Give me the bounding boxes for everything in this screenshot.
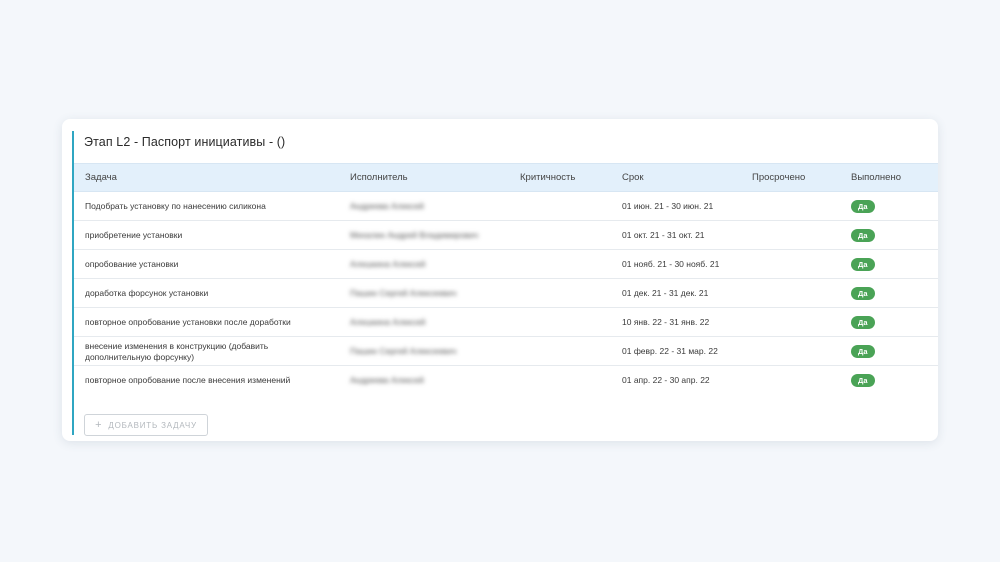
plus-icon: +: [95, 418, 103, 431]
executor-name: Андреева Алексей: [350, 375, 424, 385]
add-task-button[interactable]: + ДОБАВИТЬ ЗАДАЧУ: [84, 414, 208, 436]
status-badge: Да: [851, 374, 875, 388]
executor-name: Алешкина Алексей: [350, 317, 426, 327]
executor-name: Пашин Сергей Алексеевич: [350, 346, 457, 356]
initiative-card: Этап L2 - Паспорт инициативы - () Задача…: [62, 119, 938, 441]
table-row[interactable]: повторное опробование после внесения изм…: [74, 366, 938, 394]
done-cell: Да: [851, 308, 875, 336]
term-value: 01 февр. 22 - 31 мар. 22: [622, 346, 718, 356]
task-name: Подобрать установку по нанесению силикон…: [85, 201, 266, 211]
add-task-label: ДОБАВИТЬ ЗАДАЧУ: [108, 420, 197, 430]
table-row[interactable]: повторное опробование установки после до…: [74, 308, 938, 337]
status-badge: Да: [851, 287, 875, 301]
task-name: повторное опробование после внесения изм…: [85, 375, 291, 385]
executor-name: Михалин Андрей Владимирович: [350, 230, 479, 240]
done-cell: Да: [851, 337, 875, 365]
done-cell: Да: [851, 279, 875, 307]
table-row[interactable]: Подобрать установку по нанесению силикон…: [74, 192, 938, 221]
status-badge: Да: [851, 200, 875, 214]
status-badge: Да: [851, 258, 875, 272]
task-name: приобретение установки: [85, 230, 183, 240]
term-value: 01 апр. 22 - 30 апр. 22: [622, 375, 710, 385]
executor-name: Алешкина Алексей: [350, 259, 426, 269]
term-value: 01 июн. 21 - 30 июн. 21: [622, 201, 714, 211]
task-name: доработка форсунок установки: [85, 288, 209, 298]
status-badge: Да: [851, 345, 875, 359]
table-row[interactable]: внесение изменения в конструкцию (добави…: [74, 337, 938, 366]
header-overdue[interactable]: Просрочено: [752, 164, 805, 191]
table-header: Задача Исполнитель Критичность Срок Прос…: [74, 163, 938, 192]
executor-name: Андреева Алексей: [350, 201, 424, 211]
header-executor[interactable]: Исполнитель: [350, 164, 408, 191]
header-term[interactable]: Срок: [622, 164, 644, 191]
table-row[interactable]: приобретение установки Михалин Андрей Вл…: [74, 221, 938, 250]
executor-name: Пашин Сергей Алексеевич: [350, 288, 457, 298]
header-task[interactable]: Задача: [85, 164, 117, 191]
term-value: 01 дек. 21 - 31 дек. 21: [622, 288, 709, 298]
table-row[interactable]: доработка форсунок установки Пашин Серге…: [74, 279, 938, 308]
task-name: внесение изменения в конструкцию (добави…: [85, 341, 269, 362]
term-value: 01 нояб. 21 - 30 нояб. 21: [622, 259, 720, 269]
done-cell: Да: [851, 250, 875, 278]
task-name: опробование установки: [85, 259, 179, 269]
table-row[interactable]: опробование установки Алешкина Алексей 0…: [74, 250, 938, 279]
header-criticality[interactable]: Критичность: [520, 164, 575, 191]
term-value: 10 янв. 22 - 31 янв. 22: [622, 317, 710, 327]
task-name: повторное опробование установки после до…: [85, 317, 291, 327]
done-cell: Да: [851, 221, 875, 249]
status-badge: Да: [851, 316, 875, 330]
header-done[interactable]: Выполнено: [851, 164, 901, 191]
status-badge: Да: [851, 229, 875, 243]
done-cell: Да: [851, 192, 875, 220]
card-title: Этап L2 - Паспорт инициативы - (): [84, 135, 286, 149]
tasks-table: Задача Исполнитель Критичность Срок Прос…: [74, 163, 938, 394]
term-value: 01 окт. 21 - 31 окт. 21: [622, 230, 705, 240]
done-cell: Да: [851, 366, 875, 394]
